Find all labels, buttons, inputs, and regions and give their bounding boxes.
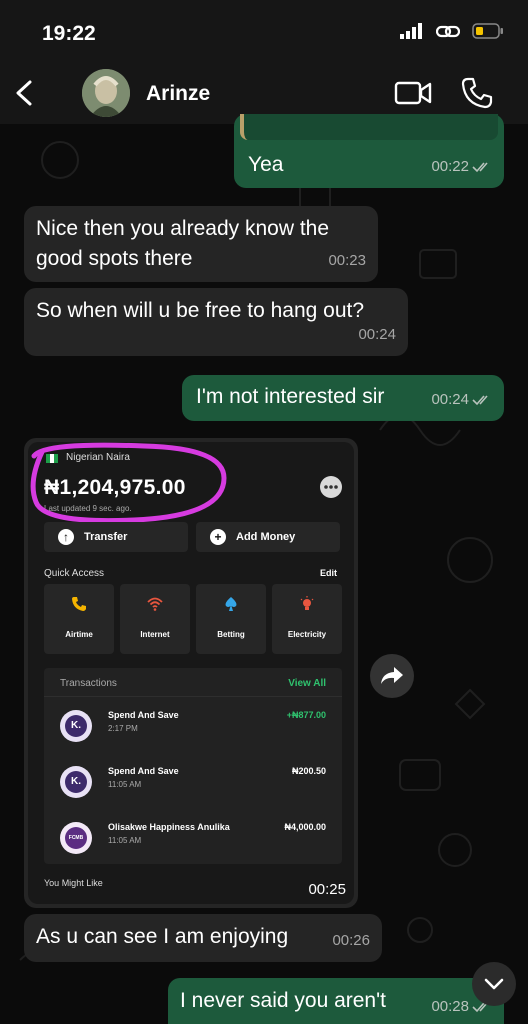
message-text: I never said you aren't [180,989,386,1012]
merchant-logo: FCMB [60,822,92,854]
message-time: 00:25 [308,881,346,898]
message-bubble-incoming[interactable]: Nice then you already know the good spot… [24,206,378,282]
message-bubble-outgoing[interactable]: I'm not interested sir 00:24 [182,375,504,421]
transaction-time: 2:17 PM [108,724,138,733]
transaction-amount: +₦877.00 [286,710,326,720]
wifi-icon [147,597,163,611]
status-bar: 19:22 [0,0,528,62]
message-text: Yea [248,153,284,176]
bulb-icon [300,596,314,610]
contact-name[interactable]: Arinze [146,82,210,106]
message-meta: 00:22 [431,152,492,182]
message-text: I'm not interested sir [196,385,385,408]
transactions-panel: Transactions View All K. Spend And Save … [44,668,342,864]
message-time: 00:23 [328,252,366,269]
chevron-down-icon [484,978,504,990]
shared-screenshot[interactable]: Nigerian Naira ₦1,204,975.00 Last update… [28,442,354,904]
back-arrow-icon[interactable] [10,76,40,110]
transaction-amount: ₦200.50 [291,766,326,776]
message-bubble-outgoing[interactable]: Yea 00:22 [234,114,504,188]
message-text: Nice then you already know the good spot… [36,217,330,270]
status-icons [400,22,504,40]
transaction-name: Spend And Save [108,766,179,776]
message-time: 00:24 [431,391,469,408]
image-message[interactable]: Nigerian Naira ₦1,204,975.00 Last update… [24,438,358,908]
link-icon [436,25,460,38]
arrow-up-icon: ↑ [58,529,74,545]
quick-access-betting: Betting [196,584,266,654]
quick-access-internet: Internet [120,584,190,654]
view-all-link: View All [288,678,326,689]
message-bubble-outgoing[interactable]: I never said you aren't 00:28 [168,978,504,1024]
quick-access-electricity: Electricity [272,584,342,654]
read-receipt-icon [472,162,488,173]
merchant-logo: K. [60,710,92,742]
scroll-to-bottom-button[interactable] [472,962,516,1006]
message-meta: 00:26 [332,926,370,956]
message-meta: 00:24 [431,385,492,415]
message-time: 00:22 [431,158,469,175]
transaction-row: K. Spend And Save 2:17 PM +₦877.00 [44,698,342,754]
add-money-label: Add Money [236,531,296,543]
tile-label: Electricity [287,630,327,639]
transactions-title: Transactions [60,678,117,689]
status-time: 19:22 [42,22,96,45]
message-text: As u can see I am enjoying [36,925,289,948]
message-bubble-incoming[interactable]: As u can see I am enjoying 00:26 [24,914,382,962]
spade-icon [225,597,237,611]
merchant-logo-text: K. [65,715,87,737]
merchant-logo-text: K. [65,771,87,793]
message-meta: 00:23 [328,246,366,276]
tile-label: Internet [140,630,170,639]
quoted-message-strip [240,114,498,140]
message-time: 00:26 [332,932,370,949]
more-options-icon [320,476,342,498]
message-meta: 00:24 [358,320,396,350]
signal-icon [400,23,422,39]
quick-access-title: Quick Access [44,568,105,579]
add-money-button: + Add Money [196,522,340,552]
quick-access-airtime: Airtime [44,584,114,654]
tile-label: Airtime [65,630,93,639]
you-might-like-title: You Might Like [44,878,103,888]
merchant-logo: K. [60,766,92,798]
transaction-amount: ₦4,000.00 [284,822,326,832]
highlight-circle-annotation [30,442,227,524]
avatar-image [82,69,130,117]
avatar[interactable] [82,69,130,117]
message-bubble-incoming[interactable]: So when will u be free to hang out? 00:2… [24,288,408,356]
quick-access-edit: Edit [320,568,337,578]
transaction-time: 11:05 AM [108,780,142,789]
message-time: 00:28 [431,998,469,1015]
merchant-logo-text: FCMB [65,827,87,849]
forward-arrow-icon [381,667,403,684]
transaction-row: K. Spend And Save 11:05 AM ₦200.50 [44,754,342,810]
divider [44,696,342,697]
plus-icon: + [210,529,226,545]
message-time: 00:24 [358,326,396,343]
tile-label: Betting [217,630,245,639]
video-call-icon[interactable] [394,78,432,108]
transaction-name: Spend And Save [108,710,179,720]
message-text: So when will u be free to hang out? [36,299,365,322]
voice-call-icon[interactable] [460,76,494,110]
forward-button[interactable] [370,654,414,698]
transaction-row: FCMB Olisakwe Happiness Anulika 11:05 AM… [44,810,342,866]
transfer-label: Transfer [84,531,128,543]
phone-icon [72,597,86,611]
transaction-time: 11:05 AM [108,836,142,845]
transfer-button: ↑ Transfer [44,522,188,552]
battery-icon [472,23,503,39]
transaction-name: Olisakwe Happiness Anulika [108,822,230,832]
read-receipt-icon [472,395,488,406]
